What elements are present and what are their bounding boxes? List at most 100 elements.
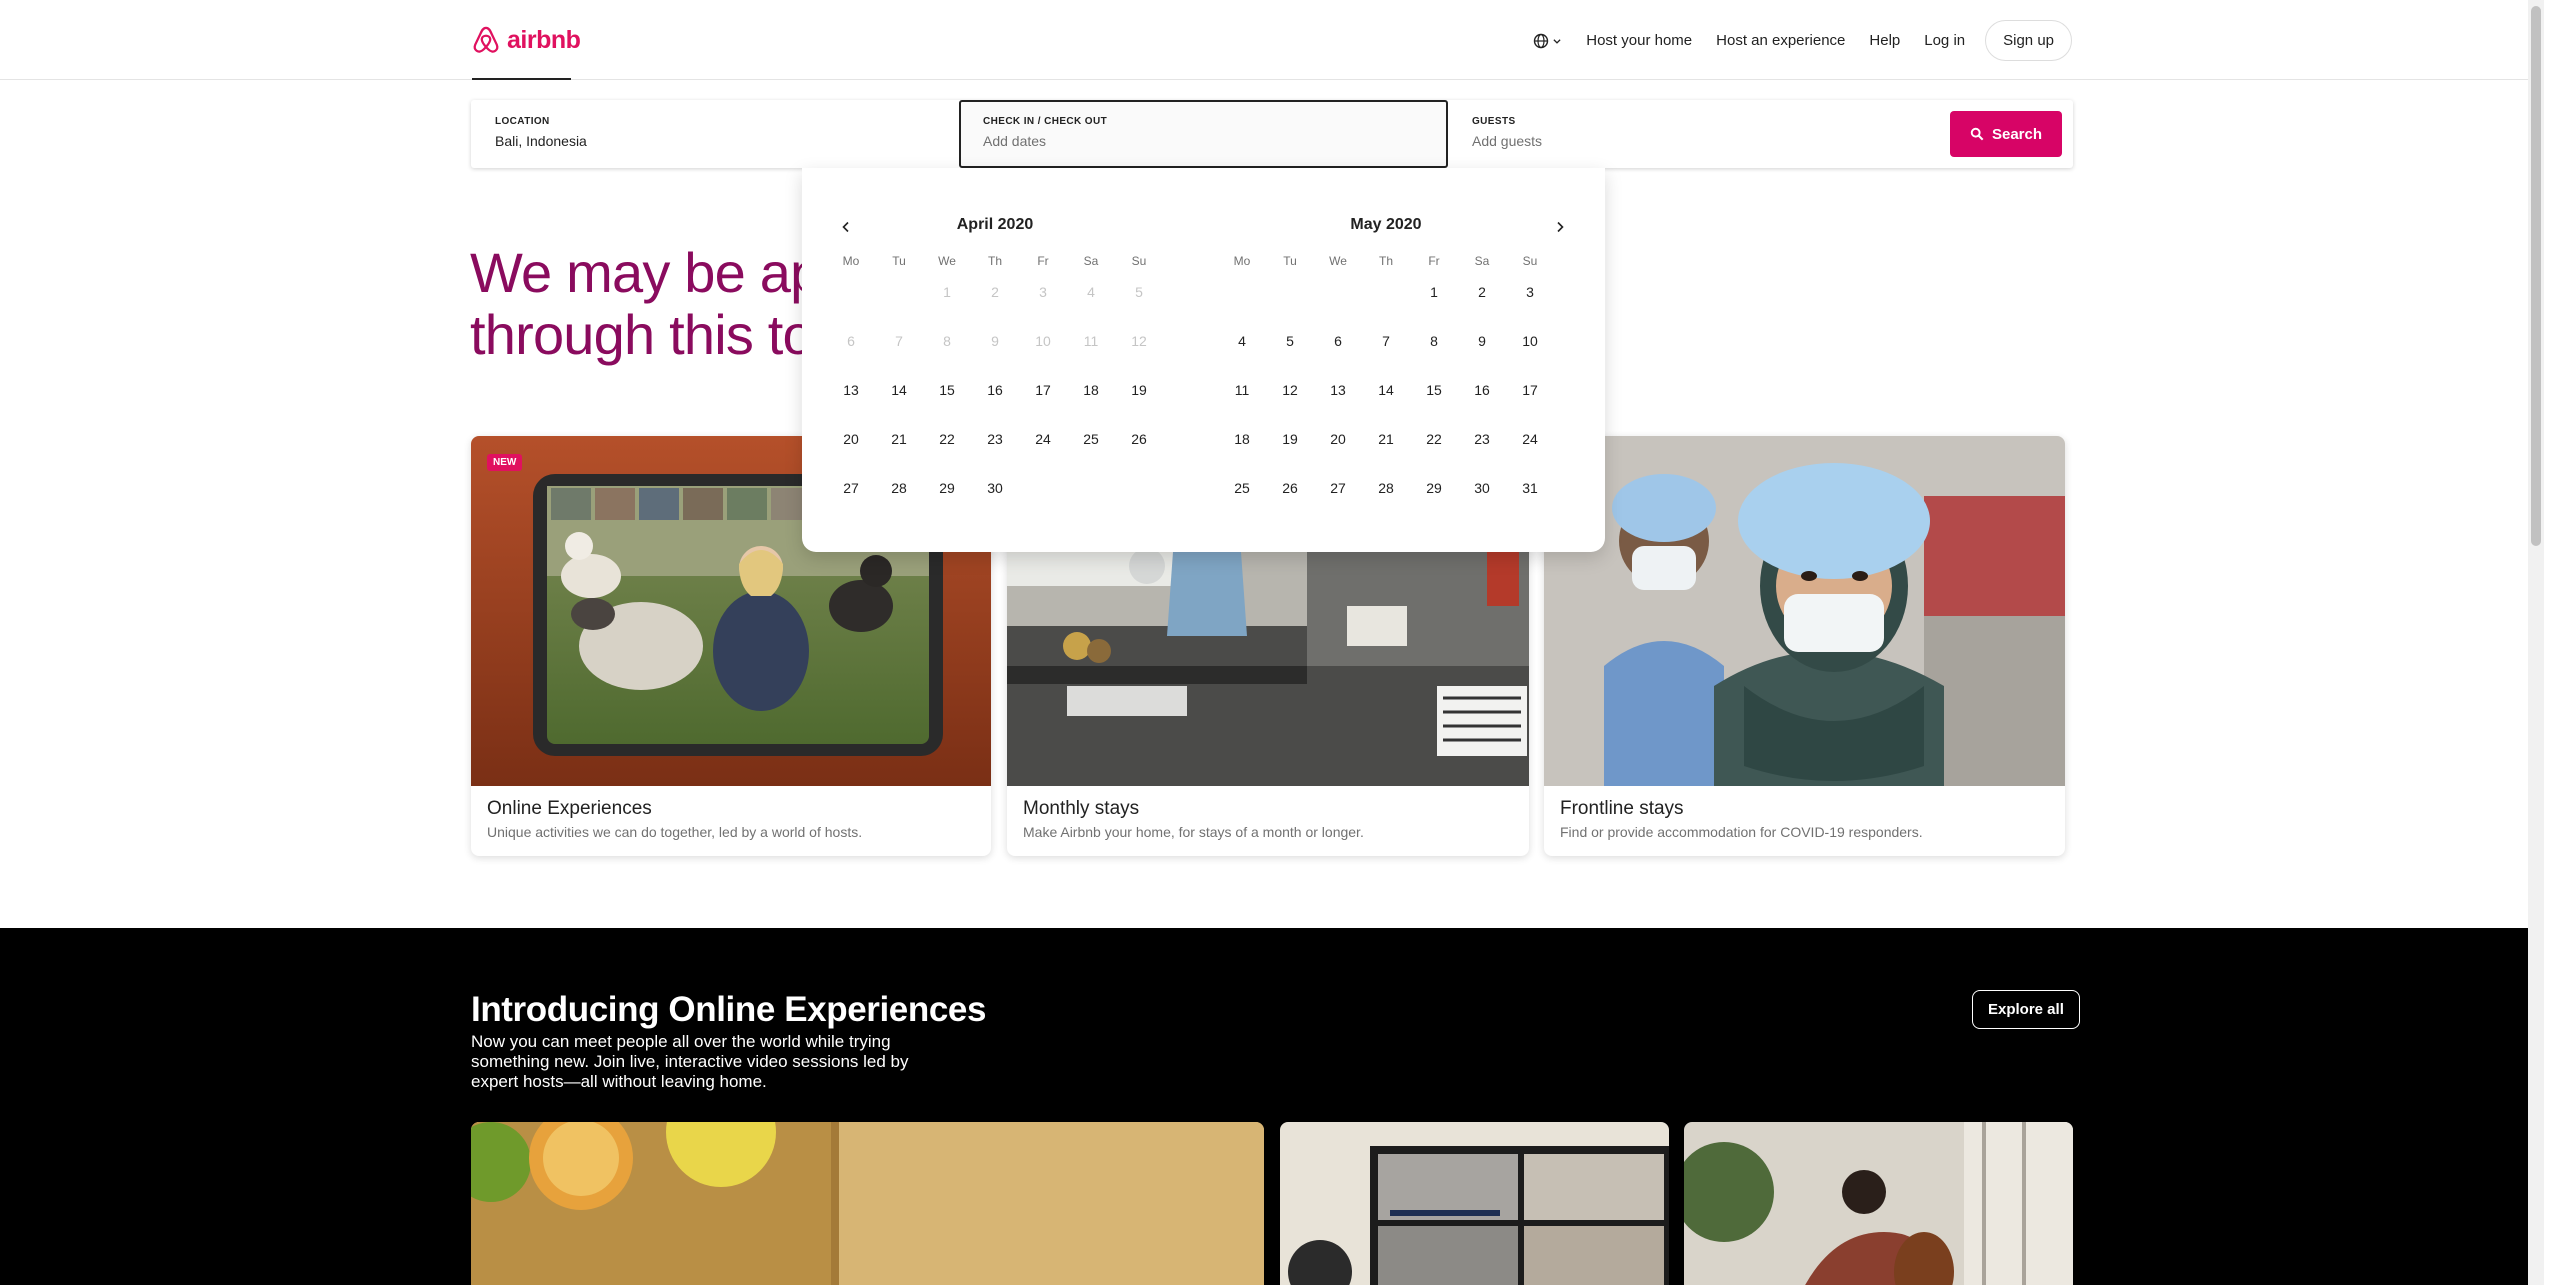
calendar-day[interactable]: 16 <box>971 374 1019 423</box>
calendar-day[interactable]: 4 <box>1218 325 1266 374</box>
help-link[interactable]: Help <box>1857 24 1912 57</box>
calendar-day[interactable]: 27 <box>827 472 875 521</box>
page-scrollbar[interactable] <box>2528 0 2544 1285</box>
calendar-day[interactable]: 15 <box>923 374 971 423</box>
calendar-day[interactable]: 3 <box>1506 276 1554 325</box>
page: airbnb Host your home Host an experience… <box>0 0 2544 1285</box>
healthcare-workers-image <box>1544 436 2065 786</box>
guests-field[interactable]: GUESTS Add guests <box>1448 100 1928 168</box>
weekday-label: We <box>938 254 956 268</box>
calendar-day[interactable]: 30 <box>971 472 1019 521</box>
host-experience-link[interactable]: Host an experience <box>1704 24 1857 57</box>
calendar-day-disabled: 11 <box>1083 333 1099 349</box>
weekday-label: Tu <box>1283 254 1297 268</box>
guests-placeholder[interactable]: Add guests <box>1472 133 1904 149</box>
language-button[interactable] <box>1521 25 1574 57</box>
calendar-day-disabled: 2 <box>991 284 999 300</box>
experience-image-cello[interactable] <box>1684 1122 2073 1285</box>
calendar-day-disabled: 4 <box>1087 284 1095 300</box>
section-description: Now you can meet people all over the wor… <box>471 1032 909 1091</box>
guests-label: GUESTS <box>1472 116 1516 127</box>
calendar-day[interactable]: 28 <box>1362 472 1410 521</box>
calendar-day[interactable]: 22 <box>1410 423 1458 472</box>
calendar-day[interactable]: 15 <box>1410 374 1458 423</box>
brand-name: airbnb <box>507 25 581 54</box>
card-title: Monthly stays <box>1023 798 1140 819</box>
calendar-day[interactable]: 9 <box>1458 325 1506 374</box>
calendar-day[interactable]: 6 <box>1314 325 1362 374</box>
calendar-day[interactable]: 2 <box>1458 276 1506 325</box>
dates-label: CHECK IN / CHECK OUT <box>983 116 1108 127</box>
dates-placeholder[interactable]: Add dates <box>983 133 1424 149</box>
hero-headline: We may be apa through this tog <box>470 241 852 366</box>
calendar-day[interactable]: 22 <box>923 423 971 472</box>
chevron-right-icon <box>1557 221 1564 233</box>
calendar-day[interactable]: 18 <box>1218 423 1266 472</box>
search-button[interactable]: Search <box>1950 111 2062 157</box>
scrollbar-thumb[interactable] <box>2531 6 2541 546</box>
calendar-day[interactable]: 13 <box>1314 374 1362 423</box>
card-frontline-stays[interactable]: Frontline stays Find or provide accommod… <box>1544 436 2065 856</box>
calendar-day[interactable]: 29 <box>1410 472 1458 521</box>
calendar-day[interactable]: 16 <box>1458 374 1506 423</box>
calendar-day[interactable]: 11 <box>1218 374 1266 423</box>
calendar-day[interactable]: 8 <box>1410 325 1458 374</box>
month-may: May 2020 Mo Tu We Th Fr Sa Su 1 2 3 4 5 6 7 8 9 10 11 12 13… <box>1218 212 1554 521</box>
weekday-label: Mo <box>1233 254 1251 268</box>
calendar-day[interactable]: 24 <box>1506 423 1554 472</box>
calendar-day[interactable]: 12 <box>1266 374 1314 423</box>
explore-all-button[interactable]: Explore all <box>1972 990 2080 1029</box>
hero-line-1: We may be apa <box>470 241 852 304</box>
card-subtitle: Find or provide accommodation for COVID-… <box>1560 824 1923 840</box>
calendar-day[interactable]: 10 <box>1506 325 1554 374</box>
calendar-day[interactable]: 7 <box>1362 325 1410 374</box>
calendar-day[interactable]: 20 <box>1314 423 1362 472</box>
blank-cell <box>827 276 875 325</box>
login-link[interactable]: Log in <box>1912 24 1977 57</box>
calendar-day[interactable]: 17 <box>1506 374 1554 423</box>
chevron-down-icon <box>1553 38 1561 44</box>
calendar-day[interactable]: 30 <box>1458 472 1506 521</box>
calendar-day[interactable]: 28 <box>875 472 923 521</box>
calendar-day[interactable]: 25 <box>1067 423 1115 472</box>
location-value[interactable]: Bali, Indonesia <box>495 133 935 149</box>
calendar-day[interactable]: 29 <box>923 472 971 521</box>
search-bar: LOCATION Bali, Indonesia CHECK IN / CHEC… <box>471 100 2073 168</box>
calendar-day[interactable]: 19 <box>1266 423 1314 472</box>
card-subtitle: Make Airbnb your home, for stays of a mo… <box>1023 824 1364 840</box>
weekday-label: Mo <box>842 254 860 268</box>
card-title: Online Experiences <box>487 798 652 819</box>
calendar-day[interactable]: 13 <box>827 374 875 423</box>
calendar-day[interactable]: 31 <box>1506 472 1554 521</box>
calendar-day-disabled: 12 <box>1131 333 1147 349</box>
calendar-day[interactable]: 21 <box>875 423 923 472</box>
calendar-day[interactable]: 26 <box>1115 423 1163 472</box>
calendar-day[interactable]: 24 <box>1019 423 1067 472</box>
blank-cell <box>1362 276 1410 325</box>
blank-cell <box>875 276 923 325</box>
experience-image-yoga[interactable] <box>1280 1122 1669 1285</box>
calendar-day[interactable]: 20 <box>827 423 875 472</box>
host-home-link[interactable]: Host your home <box>1574 24 1704 57</box>
calendar-day[interactable]: 5 <box>1266 325 1314 374</box>
dates-field[interactable]: CHECK IN / CHECK OUT Add dates <box>959 100 1448 168</box>
calendar-grid: Mo Tu We Th Fr Sa Su 1 2 3 4 5 6 7 8 9 10 11 12 13 14 15 16 17 1… <box>1218 246 1554 521</box>
experience-image-citrus[interactable] <box>471 1122 1264 1285</box>
calendar-day[interactable]: 19 <box>1115 374 1163 423</box>
airbnb-logo[interactable]: airbnb <box>471 24 581 56</box>
calendar-day[interactable]: 14 <box>875 374 923 423</box>
location-field[interactable]: LOCATION Bali, Indonesia <box>471 100 959 168</box>
signup-button[interactable]: Sign up <box>1985 20 2072 61</box>
calendar-day-disabled: 1 <box>943 284 951 300</box>
calendar-day[interactable]: 26 <box>1266 472 1314 521</box>
calendar-day[interactable]: 17 <box>1019 374 1067 423</box>
calendar-day[interactable]: 23 <box>1458 423 1506 472</box>
calendar-day[interactable]: 27 <box>1314 472 1362 521</box>
calendar-day[interactable]: 14 <box>1362 374 1410 423</box>
calendar-day[interactable]: 25 <box>1218 472 1266 521</box>
calendar-day[interactable]: 21 <box>1362 423 1410 472</box>
calendar-day[interactable]: 1 <box>1410 276 1458 325</box>
calendar-day[interactable]: 23 <box>971 423 1019 472</box>
calendar-day[interactable]: 18 <box>1067 374 1115 423</box>
active-tab-indicator <box>472 78 571 80</box>
